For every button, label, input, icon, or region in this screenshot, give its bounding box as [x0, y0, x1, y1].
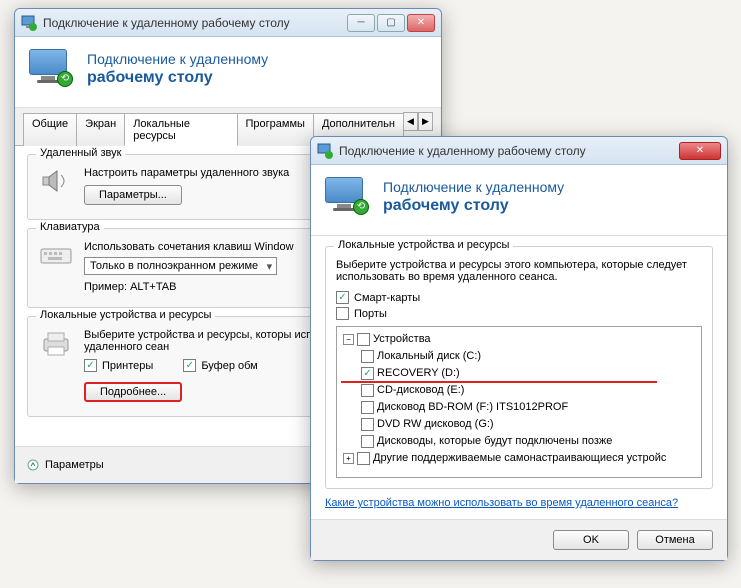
ok-button[interactable]: OK: [553, 530, 629, 550]
help-link[interactable]: Какие устройства можно использовать во в…: [325, 497, 678, 509]
keyboard-icon: [38, 241, 74, 271]
titlebar[interactable]: Подключение к удаленному рабочему столу …: [15, 9, 441, 37]
header: ⟲ Подключение к удаленному рабочему стол…: [311, 165, 727, 236]
collapse-icon: [27, 459, 39, 471]
tabs-scroll-right[interactable]: ▶: [418, 112, 433, 131]
checkbox-clipboard-label: Буфер обм: [201, 360, 257, 372]
tree-item-label: Дисководы, которые будут подключены позж…: [377, 433, 612, 450]
tree-other-label: Другие поддерживаемые самонастраивающиес…: [373, 450, 666, 467]
checkbox-ports-label: Порты: [354, 308, 387, 320]
collapse-icon[interactable]: −: [343, 334, 354, 345]
header-line2: рабочему столу: [87, 68, 268, 89]
audio-settings-button[interactable]: Параметры...: [84, 185, 182, 205]
rdp-logo-icon: ⟲: [325, 177, 371, 217]
checkbox-ports[interactable]: Порты: [336, 307, 702, 320]
tree-item-label: Дисковод BD-ROM (F:) ITS1012PROF: [377, 399, 568, 416]
tab-display[interactable]: Экран: [76, 113, 125, 146]
minimize-button[interactable]: ─: [347, 14, 375, 32]
header: ⟲ Подключение к удаленному рабочему стол…: [15, 37, 441, 108]
tree-item-label: DVD RW дисковод (G:): [377, 416, 494, 433]
close-button[interactable]: ✕: [679, 142, 721, 160]
cancel-button[interactable]: Отмена: [637, 530, 713, 550]
tab-programs[interactable]: Программы: [237, 113, 314, 146]
app-icon: [21, 15, 37, 31]
rdp-logo-icon: ⟲: [29, 49, 75, 89]
maximize-button[interactable]: ▢: [377, 14, 405, 32]
window-title: Подключение к удаленному рабочему столу: [339, 144, 679, 158]
tab-local-resources[interactable]: Локальные ресурсы: [124, 113, 237, 146]
checkbox-printers[interactable]: ✓Принтеры: [84, 359, 153, 372]
close-button[interactable]: ✕: [407, 14, 435, 32]
header-line2: рабочему столу: [383, 196, 564, 217]
expand-icon[interactable]: +: [343, 453, 354, 464]
tree-devices-label: Устройства: [373, 331, 431, 348]
tab-general[interactable]: Общие: [23, 113, 77, 146]
group-audio-title: Удаленный звук: [36, 147, 125, 159]
checkbox-printers-label: Принтеры: [102, 360, 153, 372]
tree-item-label: Локальный диск (C:): [377, 348, 481, 365]
checkbox-smartcards-label: Смарт-карты: [354, 292, 420, 304]
tree-item-drive-c[interactable]: Локальный диск (C:): [341, 348, 697, 365]
header-line1: Подключение к удаленному: [87, 50, 268, 68]
tree-item-label: RECOVERY (D:): [377, 365, 460, 382]
kb-combo[interactable]: Только в полноэкранном режиме: [84, 257, 277, 275]
tree-item-label: CD-дисковод (E:): [377, 382, 464, 399]
checkbox-smartcards[interactable]: ✓Смарт-карты: [336, 291, 702, 304]
tree-node-other[interactable]: + Другие поддерживаемые самонастраивающие…: [341, 450, 697, 467]
tree-item-drive-g[interactable]: DVD RW дисковод (G:): [341, 416, 697, 433]
device-tree[interactable]: − Устройства Локальный диск (C:) ✓RECOVER…: [336, 326, 702, 478]
tree-item-drive-d[interactable]: ✓RECOVERY (D:): [341, 365, 697, 382]
group-title: Локальные устройства и ресурсы: [334, 239, 513, 251]
header-line1: Подключение к удаленному: [383, 178, 564, 196]
devices-desc: Выберите устройства и ресурсы этого комп…: [336, 259, 702, 283]
dialog-buttons: OK Отмена: [311, 519, 727, 560]
tabs-scroll-left[interactable]: ◀: [403, 112, 418, 131]
more-button[interactable]: Подробнее...: [84, 382, 182, 402]
window-title: Подключение к удаленному рабочему столу: [43, 16, 347, 30]
tree-node-devices[interactable]: − Устройства: [341, 331, 697, 348]
group-kb-title: Клавиатура: [36, 221, 104, 233]
tree-item-drive-f[interactable]: Дисковод BD-ROM (F:) ITS1012PROF: [341, 399, 697, 416]
rdp-devices-dialog: Подключение к удаленному рабочему столу …: [310, 136, 728, 561]
group-dev-title: Локальные устройства и ресурсы: [36, 309, 215, 321]
printer-icon: [38, 329, 74, 359]
checkbox-clipboard[interactable]: ✓Буфер обм: [183, 359, 257, 372]
app-icon: [317, 143, 333, 159]
tree-item-future-drives[interactable]: Дисководы, которые будут подключены позж…: [341, 433, 697, 450]
tree-item-drive-e[interactable]: CD-дисковод (E:): [341, 382, 697, 399]
speaker-icon: [38, 167, 74, 197]
titlebar[interactable]: Подключение к удаленному рабочему столу …: [311, 137, 727, 165]
group-local-devices: Локальные устройства и ресурсы Выберите …: [325, 246, 713, 489]
content: Локальные устройства и ресурсы Выберите …: [311, 236, 727, 519]
footer-params[interactable]: Параметры: [45, 459, 104, 471]
